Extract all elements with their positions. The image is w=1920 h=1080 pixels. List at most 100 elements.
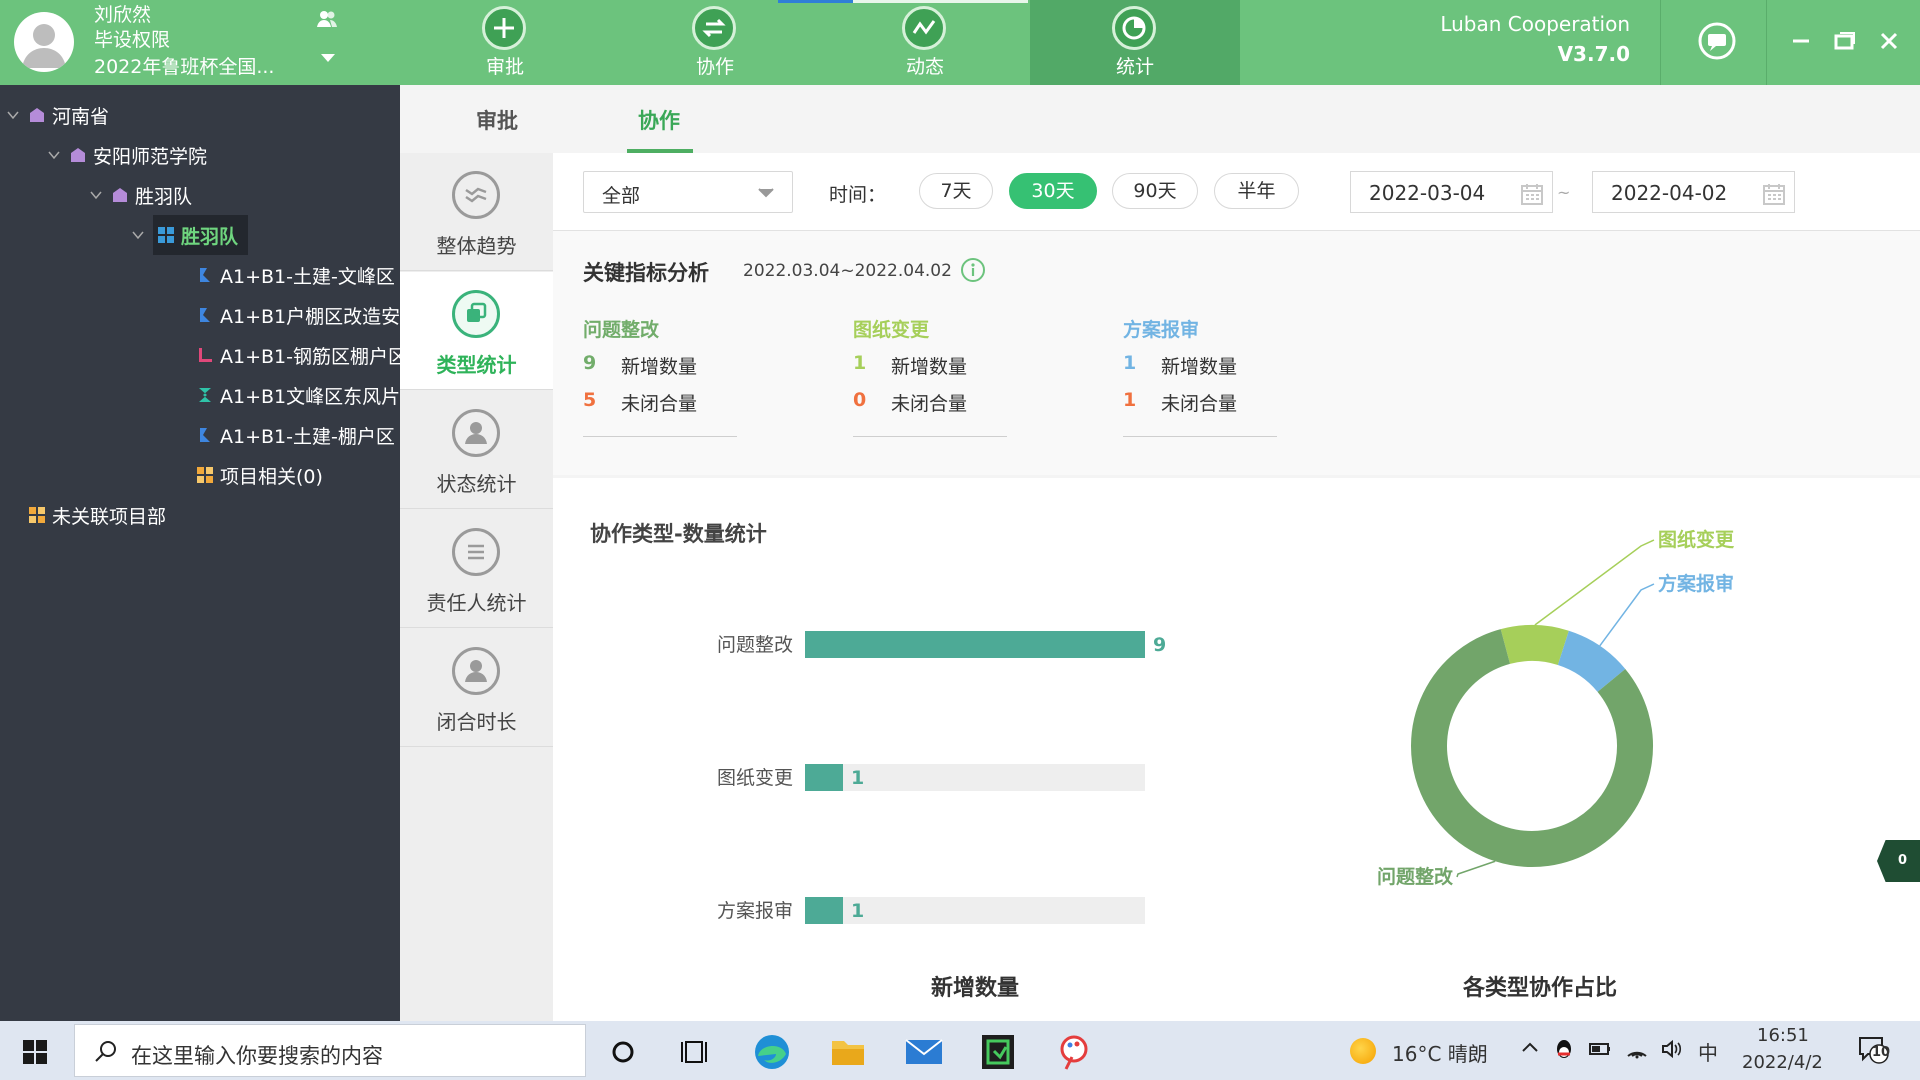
qq-icon[interactable] <box>1554 1038 1574 1062</box>
tree-node-project[interactable]: A1+B1-钢筋区棚户区 <box>196 335 400 375</box>
floating-badge[interactable]: 0 <box>1877 840 1920 882</box>
folder-grid-icon <box>29 507 45 523</box>
nav-approval-label: 审批 <box>485 56 524 78</box>
nav-statistics[interactable]: 统计 <box>1030 0 1240 85</box>
tree-node-team-selected[interactable]: 胜羽队 <box>131 215 249 255</box>
tree-node-unlinked[interactable]: 未关联项目部 <box>28 495 166 535</box>
tree-node-school[interactable]: 安阳师范学院 <box>47 135 207 175</box>
user-name: 刘欣然 <box>94 4 152 26</box>
mail-icon[interactable] <box>894 1027 954 1077</box>
chevron-down-icon[interactable] <box>89 188 103 202</box>
trend-icon <box>452 171 500 219</box>
building-model-icon <box>200 428 210 442</box>
caret-down-icon[interactable] <box>320 52 336 64</box>
weather-text[interactable]: 16°C 晴朗 <box>1392 1038 1488 1067</box>
person-icon <box>452 647 500 695</box>
menu-status-statistics[interactable]: 状态统计 <box>400 391 553 509</box>
tree-node-project[interactable]: A1+B1-土建-文峰区 <box>196 255 395 295</box>
chevron-down-icon[interactable] <box>131 228 145 242</box>
tree-node-project[interactable]: A1+B1户棚区改造安 <box>196 295 400 335</box>
menu-close-duration[interactable]: 闭合时长 <box>400 629 553 747</box>
taskbar-search-input[interactable]: 在这里输入你要搜索的内容 <box>74 1024 586 1077</box>
input-method-indicator[interactable]: 中 <box>1698 1037 1718 1066</box>
list-icon <box>452 528 500 576</box>
search-placeholder: 在这里输入你要搜索的内容 <box>131 1044 383 1068</box>
end-date-input[interactable]: 2022-04-02 <box>1592 171 1795 213</box>
volume-icon[interactable] <box>1660 1038 1684 1060</box>
chevron-down-icon[interactable] <box>47 148 61 162</box>
kpi-plan-review: 方案报审 1 新增数量 1 未闭合量 <box>1123 315 1277 437</box>
building-model-icon <box>200 268 210 282</box>
tree-node-team[interactable]: 胜羽队 <box>89 175 192 215</box>
range-90d-button[interactable]: 90天 <box>1112 173 1198 209</box>
range-30d-button[interactable]: 30天 <box>1009 173 1097 209</box>
scope-select[interactable]: 全部 <box>583 171 793 213</box>
paint-app-icon[interactable] <box>1044 1027 1104 1077</box>
tab-approval[interactable]: 审批 <box>476 105 518 135</box>
tree-node-project[interactable]: A1+B1文峰区东风片 <box>196 375 400 415</box>
clock-time[interactable]: 16:51 <box>1757 1025 1809 1046</box>
donut-slice-label: 方案报审 <box>1658 572 1734 595</box>
clock-date[interactable]: 2022/4/2 <box>1742 1052 1823 1073</box>
battery-icon[interactable] <box>1588 1038 1612 1060</box>
task-view-icon[interactable] <box>666 1027 726 1077</box>
menu-assignee-statistics[interactable]: 责任人统计 <box>400 510 553 628</box>
selected-node[interactable]: 胜羽队 <box>153 215 249 255</box>
users-icon[interactable] <box>316 8 338 30</box>
app-version: V3.7.0 <box>1557 42 1630 66</box>
region-icon <box>30 108 44 122</box>
kpi-new-count: 9 <box>583 352 597 374</box>
donut-slice[interactable] <box>1557 630 1626 693</box>
tree-label: A1+B1-土建-文峰区 <box>220 265 395 288</box>
start-date-input[interactable]: 2022-03-04 <box>1350 171 1553 213</box>
menu-type-statistics[interactable]: 类型统计 <box>400 272 553 390</box>
calendar-icon[interactable] <box>1762 182 1786 206</box>
layers-icon <box>452 290 500 338</box>
kpi-date-range: 2022.03.04~2022.04.02 <box>743 261 952 281</box>
start-date-value: 2022-03-04 <box>1369 181 1486 205</box>
range-halfyear-button[interactable]: 半年 <box>1214 173 1299 209</box>
kpi-open-label: 未闭合量 <box>1161 393 1238 415</box>
range-7d-button[interactable]: 7天 <box>919 173 993 209</box>
windows-start-icon[interactable] <box>22 1039 48 1065</box>
menu-label: 状态统计 <box>436 472 517 496</box>
search-icon <box>95 1041 116 1062</box>
maximize-icon[interactable] <box>1830 26 1860 56</box>
nav-approval[interactable]: 审批 <box>400 0 610 85</box>
divider <box>1766 0 1767 85</box>
nav-activity[interactable]: 动态 <box>820 0 1030 85</box>
time-label: 时间： <box>829 184 887 206</box>
chevron-down-icon[interactable] <box>6 108 20 122</box>
user-role: 毕设权限 <box>94 29 171 51</box>
chat-icon[interactable] <box>1697 21 1737 61</box>
donut-slice[interactable] <box>1500 625 1569 666</box>
project-name[interactable]: 2022年鲁班杯全国... <box>94 52 274 79</box>
kpi-drawing-change: 图纸变更 1 新增数量 0 未闭合量 <box>853 315 1007 437</box>
user-avatar[interactable] <box>14 12 74 72</box>
tree-node-project[interactable]: A1+B1-土建-棚户区 <box>196 415 395 455</box>
wifi-icon[interactable] <box>1625 1038 1649 1060</box>
close-icon[interactable] <box>1874 26 1904 56</box>
bar-chart-caption: 新增数量 <box>931 976 1020 1001</box>
activity-icon <box>902 6 946 50</box>
tree-node-province[interactable]: 河南省 <box>6 95 109 135</box>
chevron-up-icon[interactable] <box>1520 1038 1540 1058</box>
kpi-open-count: 1 <box>1123 389 1137 411</box>
file-explorer-icon[interactable] <box>818 1027 878 1077</box>
kpi-new-label: 新增数量 <box>1161 356 1238 378</box>
calendar-icon[interactable] <box>1520 182 1544 206</box>
notification-center-button[interactable]: 10 <box>1857 1034 1890 1064</box>
luban-app-icon[interactable] <box>968 1027 1028 1077</box>
cortana-icon[interactable] <box>593 1027 653 1077</box>
tree-node-project-related[interactable]: 项目相关(0) <box>196 455 323 495</box>
info-icon[interactable] <box>960 257 986 283</box>
tab-collaboration[interactable]: 协作 <box>638 105 680 135</box>
menu-overall-trend[interactable]: 整体趋势 <box>400 153 553 271</box>
donut-slice-label: 图纸变更 <box>1658 528 1735 551</box>
minimize-icon[interactable] <box>1786 26 1816 56</box>
nav-collaboration[interactable]: 协作 <box>610 0 820 85</box>
edge-browser-icon[interactable] <box>742 1027 802 1077</box>
kpi-new-label: 新增数量 <box>621 356 698 378</box>
weather-sun-icon[interactable] <box>1350 1038 1376 1064</box>
kpi-group-title: 问题整改 <box>583 319 660 341</box>
